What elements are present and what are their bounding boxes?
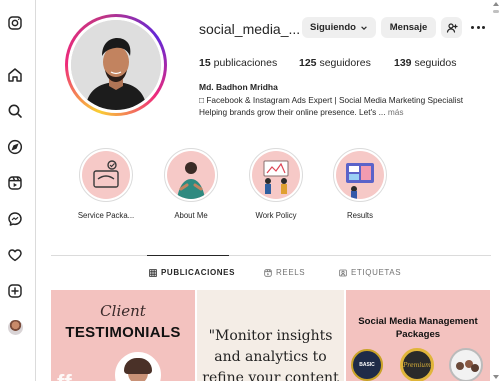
messenger-icon[interactable]: [7, 211, 23, 227]
highlight-label: Work Policy: [255, 211, 297, 220]
posts-count-label: publicaciones: [213, 57, 278, 69]
reels-icon: [264, 268, 272, 277]
scroll-down-arrow-icon[interactable]: [493, 375, 499, 379]
scroll-up-arrow-icon[interactable]: [493, 2, 499, 6]
followers-count-value: 125: [299, 57, 317, 69]
profile-avatar-nav[interactable]: [7, 319, 23, 335]
suggested-accounts-button[interactable]: [441, 17, 462, 38]
tabs-divider: [51, 255, 491, 256]
profile-photo: [71, 20, 161, 110]
post2-line-1: "Monitor insights: [208, 328, 333, 344]
scrollbar-thumb[interactable]: [493, 10, 499, 13]
bio-line-1: □ Facebook & Instagram Ads Expert | Soci…: [199, 95, 464, 105]
add-person-icon: [446, 22, 458, 33]
post3-title-line-2: Packages: [395, 329, 441, 340]
highlight-results[interactable]: Results: [320, 148, 400, 220]
premium-badge: Premium: [400, 348, 434, 381]
post2-line-3: refine your content: [202, 370, 339, 381]
reels-icon[interactable]: [7, 175, 23, 191]
tab-label: REELS: [276, 268, 306, 277]
testimonial-photo: [115, 352, 161, 381]
team-meeting-icon: [252, 151, 300, 199]
bio-line-2: Helping brands grow their online presenc…: [199, 107, 404, 117]
highlight-service-packages[interactable]: Service Packa...: [66, 148, 146, 220]
highlight-about-me[interactable]: About Me: [151, 148, 231, 220]
highlight-work-policy[interactable]: Work Policy: [236, 148, 316, 220]
post-monitor-insights[interactable]: "Monitor insights and analytics to refin…: [197, 290, 344, 381]
basic-badge-label: BASIC: [359, 362, 375, 368]
more-options-icon[interactable]: [470, 22, 486, 32]
following-button-label: Siguiendo: [310, 22, 356, 33]
bio-more-link[interactable]: más: [388, 107, 404, 117]
post2-line-2: and analytics to: [214, 349, 327, 365]
tab-reels[interactable]: REELS: [264, 268, 305, 277]
profile-username: social_media_...: [199, 21, 301, 37]
analytics-dashboard-icon: [336, 151, 384, 199]
page-scrollbar[interactable]: [492, 0, 500, 381]
instagram-logo-icon[interactable]: [7, 15, 23, 31]
post-client-testimonials[interactable]: Client TESTIMONIALS ff: [51, 290, 195, 381]
handshake-icon: [82, 151, 130, 199]
highlight-label: Results: [347, 211, 373, 220]
premium-badge-label: Premium: [403, 361, 431, 369]
quote-decoration: ff: [57, 370, 72, 381]
profile-full-name: Md. Badhon Mridha: [199, 82, 278, 92]
basic-badge: BASIC: [351, 349, 383, 381]
search-icon[interactable]: [7, 103, 23, 119]
post1-title: TESTIMONIALS: [65, 324, 181, 341]
posts-count-value: 15: [199, 57, 211, 69]
message-button[interactable]: Mensaje: [381, 17, 436, 38]
explore-compass-icon[interactable]: [7, 139, 23, 155]
highlight-label: Service Packa...: [77, 211, 135, 220]
active-tab-indicator: [147, 255, 229, 256]
followers-count[interactable]: 125 seguidores: [299, 57, 371, 69]
create-post-icon[interactable]: [7, 283, 23, 299]
post3-title-line-1: Social Media Management: [358, 316, 478, 327]
following-dropdown-button[interactable]: Siguiendo: [302, 17, 376, 38]
message-button-label: Mensaje: [389, 22, 428, 33]
posts-count: 15 publicaciones: [199, 57, 277, 69]
post-social-media-packages[interactable]: Social Media Management Packages BASIC P…: [346, 290, 490, 381]
tab-etiquetas[interactable]: ETIQUETAS: [339, 268, 401, 277]
person-avatar-icon: [167, 151, 215, 199]
tab-publicaciones[interactable]: PUBLICACIONES: [149, 268, 235, 277]
notifications-heart-icon[interactable]: [7, 247, 23, 263]
highlight-label: About Me: [174, 211, 208, 220]
following-count[interactable]: 139 seguidos: [394, 57, 456, 69]
bio-line-2-text: Helping brands grow their online presenc…: [199, 107, 386, 117]
following-count-label: seguidos: [414, 57, 457, 69]
team-photo-badge: [449, 348, 483, 381]
tab-label: PUBLICACIONES: [161, 268, 236, 277]
followers-count-label: seguidores: [319, 57, 371, 69]
post1-script-title: Client: [100, 302, 146, 320]
profile-picture-story-ring[interactable]: [65, 14, 167, 116]
left-nav-rail: [0, 0, 36, 381]
grid-icon: [149, 268, 157, 277]
tagged-icon: [339, 269, 347, 276]
tab-label: ETIQUETAS: [351, 268, 402, 277]
following-count-value: 139: [394, 57, 412, 69]
chevron-down-icon: [361, 25, 367, 30]
home-icon[interactable]: [7, 67, 23, 83]
